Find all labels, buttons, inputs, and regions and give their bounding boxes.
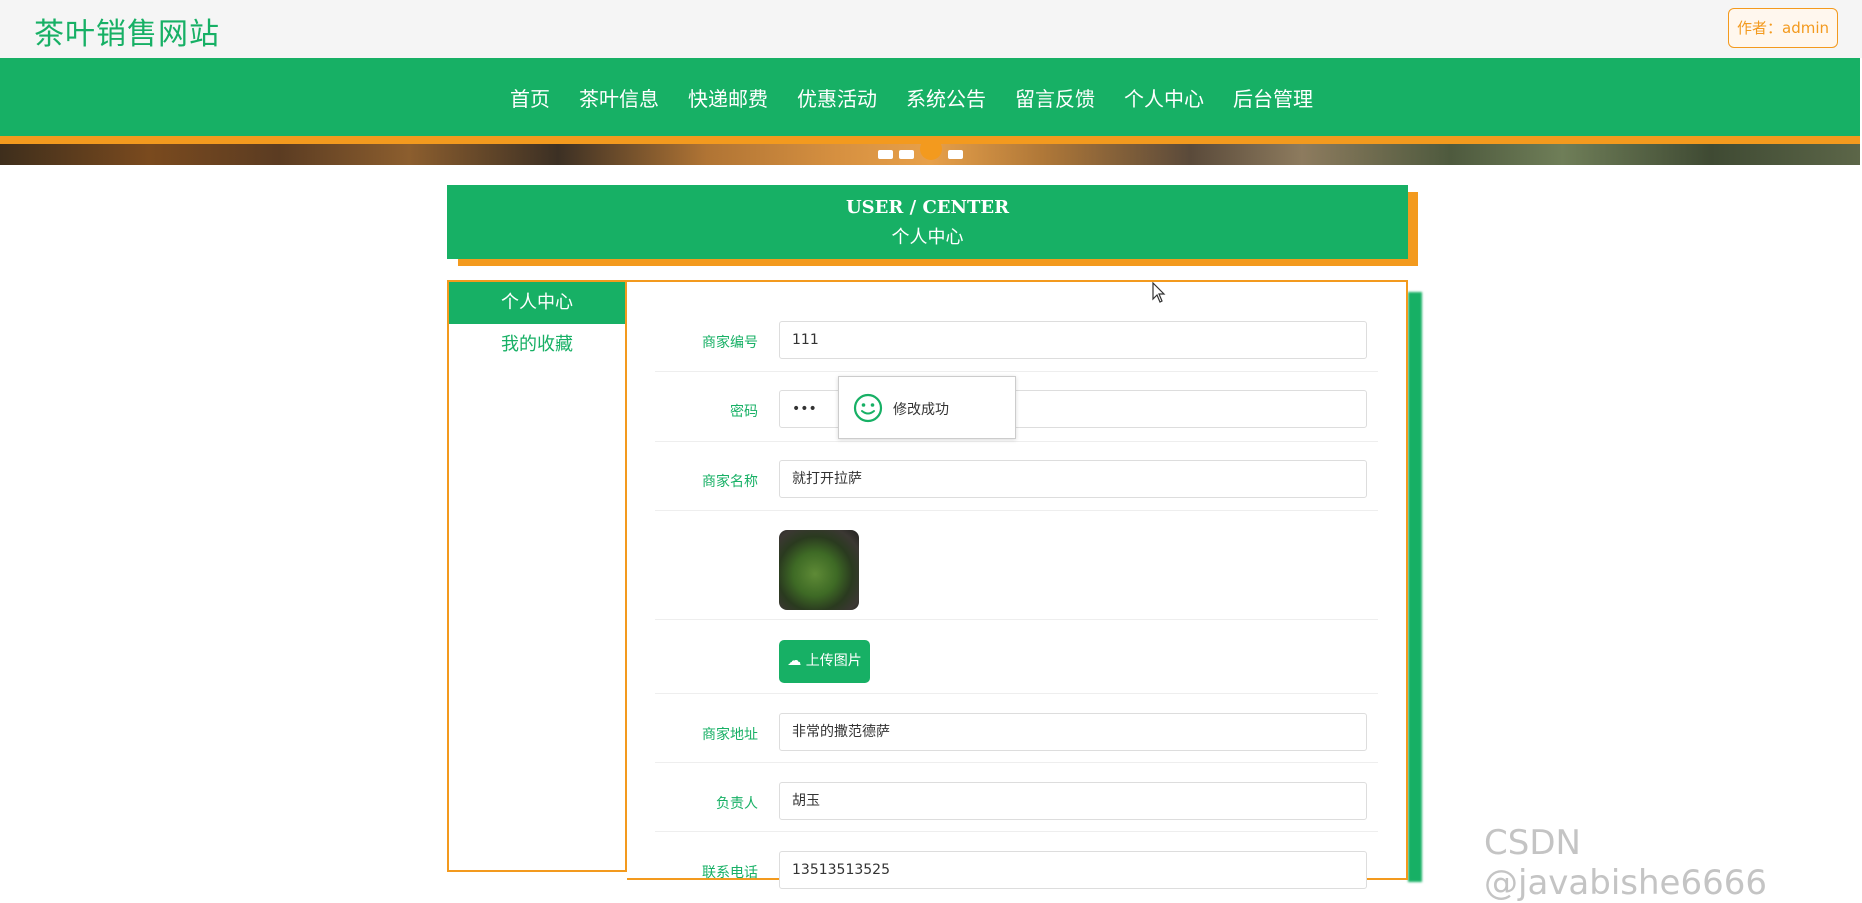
banner-dot[interactable]	[948, 149, 963, 159]
form-row-upload: ☁ 上传图片	[655, 640, 1378, 694]
user-center-title-en: USER / CENTER	[845, 197, 1010, 218]
phone-input[interactable]: 13513513525	[779, 851, 1367, 889]
cloud-upload-icon: ☁	[787, 653, 802, 669]
sidebar-item-favorites[interactable]: 我的收藏	[449, 324, 625, 366]
nav-items: 首页 茶叶信息 快递邮费 优惠活动 系统公告 留言反馈 个人中心 后台管理	[510, 58, 1342, 136]
merchant-photo	[779, 530, 859, 610]
sidebar: 个人中心 我的收藏	[447, 280, 627, 872]
main-navbar: 首页 茶叶信息 快递邮费 优惠活动 系统公告 留言反馈 个人中心 后台管理	[0, 58, 1860, 136]
form-row-merchant-name: 商家名称 就打开拉萨	[655, 442, 1378, 511]
watermark: CSDN @javabishe6666	[1484, 823, 1767, 903]
site-title[interactable]: 茶叶销售网站	[34, 9, 220, 53]
merchant-name-input[interactable]: 就打开拉萨	[779, 460, 1367, 498]
top-bar: 茶叶销售网站 作者：admin	[0, 0, 1862, 58]
form-row-phone: 联系电话 13513513525	[655, 832, 1378, 889]
nav-item-admin[interactable]: 后台管理	[1233, 83, 1313, 112]
phone-label: 联系电话	[702, 865, 758, 881]
user-center-header: USER / CENTER 个人中心	[447, 185, 1408, 259]
form-row-photo	[655, 530, 1378, 620]
upload-image-label: 上传图片	[805, 653, 862, 669]
merchant-name-label: 商家名称	[702, 474, 758, 490]
sidebar-item-user-center[interactable]: 个人中心	[449, 282, 625, 324]
form-row-manager: 负责人 胡玉	[655, 763, 1378, 832]
form-row-password: 密码 •••	[655, 372, 1378, 442]
merchant-id-label: 商家编号	[702, 335, 758, 351]
smile-icon	[853, 393, 883, 423]
nav-item-user-center[interactable]: 个人中心	[1124, 83, 1204, 112]
address-label: 商家地址	[702, 727, 758, 743]
form-row-address: 商家地址 非常的撒范德萨	[655, 694, 1378, 763]
nav-item-feedback[interactable]: 留言反馈	[1015, 83, 1095, 112]
nav-item-promotions[interactable]: 优惠活动	[797, 83, 877, 112]
nav-item-shipping[interactable]: 快递邮费	[688, 83, 768, 112]
upload-image-button[interactable]: ☁ 上传图片	[779, 640, 870, 683]
author-button[interactable]: 作者：admin	[1728, 8, 1838, 48]
banner-dot-active[interactable]	[920, 138, 942, 160]
toast-message: 修改成功	[893, 402, 949, 418]
banner-dot[interactable]	[878, 149, 893, 159]
manager-label: 负责人	[716, 796, 758, 812]
form-row-merchant-id: 商家编号 111	[655, 317, 1378, 372]
nav-item-tea-info[interactable]: 茶叶信息	[579, 83, 659, 112]
content-shadow	[1408, 292, 1422, 882]
banner-dot[interactable]	[899, 149, 914, 159]
banner-pagination	[878, 138, 969, 160]
manager-input[interactable]: 胡玉	[779, 782, 1367, 820]
nav-item-announcements[interactable]: 系统公告	[906, 83, 986, 112]
address-input[interactable]: 非常的撒范德萨	[779, 713, 1367, 751]
password-label: 密码	[730, 404, 758, 420]
nav-item-home[interactable]: 首页	[510, 83, 550, 112]
user-center-title-cn: 个人中心	[891, 227, 964, 248]
success-toast: 修改成功	[838, 376, 1016, 439]
mouse-cursor-icon	[1152, 282, 1166, 303]
merchant-id-input[interactable]: 111	[779, 321, 1367, 359]
